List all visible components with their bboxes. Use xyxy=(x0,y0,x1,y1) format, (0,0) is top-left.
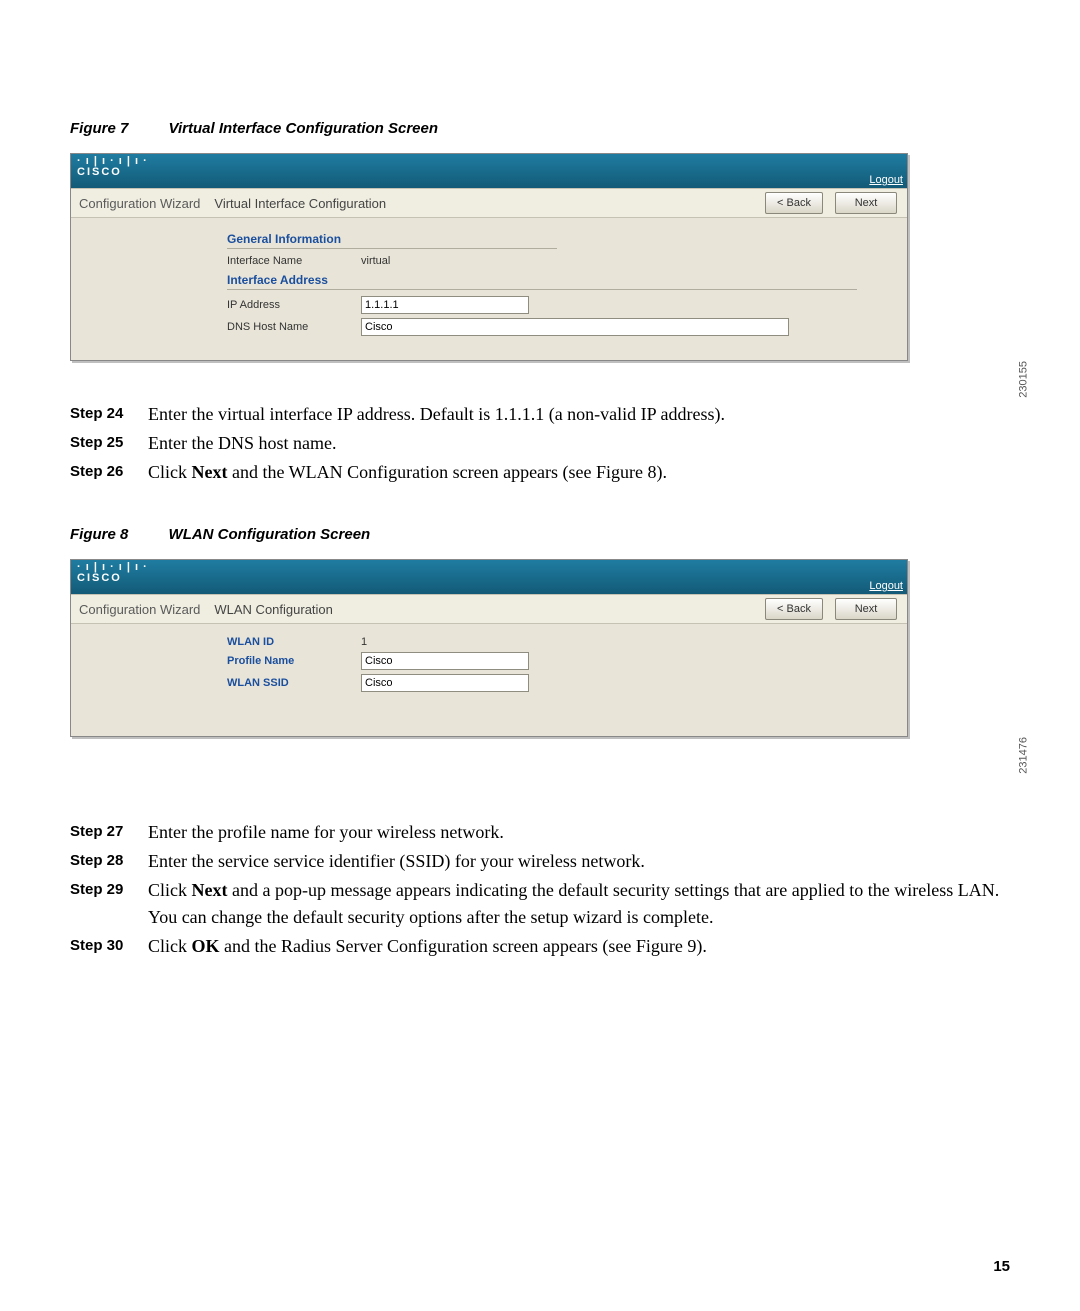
cisco-logo: · ı | ı · ı | ı · CISCO xyxy=(77,562,148,584)
figure8-image-id: 231476 xyxy=(1018,737,1030,774)
step-text: Click Next and a pop-up message appears … xyxy=(148,877,1010,931)
ip-address-input[interactable] xyxy=(361,296,529,314)
dns-host-name-input[interactable] xyxy=(361,318,789,336)
figure8-screenshot: · ı | ı · ı | ı · CISCO Logout Configura… xyxy=(70,559,1010,737)
step-text: Click OK and the Radius Server Configura… xyxy=(148,933,1010,960)
page-title: Virtual Interface Configuration xyxy=(214,196,386,211)
figure8-title: WLAN Configuration Screen xyxy=(169,526,371,543)
step-tag: Step 30 xyxy=(70,933,148,960)
page-number: 15 xyxy=(993,1258,1010,1275)
profile-name-label: Profile Name xyxy=(227,655,361,667)
step-tag: Step 28 xyxy=(70,848,148,875)
page-title: WLAN Configuration xyxy=(214,602,333,617)
figure7-title: Virtual Interface Configuration Screen xyxy=(169,120,439,137)
step-row: Step 30Click OK and the Radius Server Co… xyxy=(70,933,1010,960)
subheader-bar: Configuration Wizard Virtual Interface C… xyxy=(71,188,907,218)
step-tag: Step 29 xyxy=(70,877,148,931)
figure7-screenshot: · ı | ı · ı | ı · CISCO Logout Configura… xyxy=(70,153,1010,361)
wlan-id-label: WLAN ID xyxy=(227,636,361,648)
steps-block-a: Step 24Enter the virtual interface IP ad… xyxy=(70,401,1010,486)
steps-block-b: Step 27Enter the profile name for your w… xyxy=(70,819,1010,960)
wlan-id-value: 1 xyxy=(361,636,367,648)
figure8-label: Figure 8 xyxy=(70,526,128,543)
wlan-ssid-input[interactable] xyxy=(361,674,529,692)
figure7-label: Figure 7 xyxy=(70,120,128,137)
step-tag: Step 24 xyxy=(70,401,148,428)
next-button[interactable]: Next xyxy=(835,598,897,620)
interface-name-label: Interface Name xyxy=(227,255,361,267)
step-row: Step 26Click Next and the WLAN Configura… xyxy=(70,459,1010,486)
step-tag: Step 26 xyxy=(70,459,148,486)
step-text: Enter the DNS host name. xyxy=(148,430,1010,457)
step-tag: Step 27 xyxy=(70,819,148,846)
interface-name-value: virtual xyxy=(361,255,390,267)
interface-address-heading: Interface Address xyxy=(227,273,899,287)
step-row: Step 25Enter the DNS host name. xyxy=(70,430,1010,457)
subheader-bar: Configuration Wizard WLAN Configuration … xyxy=(71,594,907,624)
step-tag: Step 25 xyxy=(70,430,148,457)
figure7-caption: Figure 7 Virtual Interface Configuration… xyxy=(70,120,1010,137)
step-text: Enter the profile name for your wireless… xyxy=(148,819,1010,846)
step-text: Click Next and the WLAN Configuration sc… xyxy=(148,459,1010,486)
profile-name-input[interactable] xyxy=(361,652,529,670)
step-row: Step 28Enter the service service identif… xyxy=(70,848,1010,875)
cisco-header-bar: · ı | ı · ı | ı · CISCO Logout xyxy=(71,560,907,594)
general-info-heading: General Information xyxy=(227,232,899,246)
wlan-ssid-label: WLAN SSID xyxy=(227,677,361,689)
step-text: Enter the service service identifier (SS… xyxy=(148,848,1010,875)
step-row: Step 24Enter the virtual interface IP ad… xyxy=(70,401,1010,428)
back-button[interactable]: < Back xyxy=(765,192,823,214)
cisco-logo: · ı | ı · ı | ı · CISCO xyxy=(77,156,148,178)
logout-link[interactable]: Logout xyxy=(869,174,903,186)
figure7-image-id: 230155 xyxy=(1018,361,1030,398)
figure8-caption: Figure 8 WLAN Configuration Screen xyxy=(70,526,1010,543)
ip-address-label: IP Address xyxy=(227,299,361,311)
logout-link[interactable]: Logout xyxy=(869,580,903,592)
step-text: Enter the virtual interface IP address. … xyxy=(148,401,1010,428)
next-button[interactable]: Next xyxy=(835,192,897,214)
breadcrumb: Configuration Wizard xyxy=(79,196,200,211)
step-row: Step 27Enter the profile name for your w… xyxy=(70,819,1010,846)
dns-host-name-label: DNS Host Name xyxy=(227,321,361,333)
back-button[interactable]: < Back xyxy=(765,598,823,620)
step-row: Step 29Click Next and a pop-up message a… xyxy=(70,877,1010,931)
breadcrumb: Configuration Wizard xyxy=(79,602,200,617)
cisco-header-bar: · ı | ı · ı | ı · CISCO Logout xyxy=(71,154,907,188)
